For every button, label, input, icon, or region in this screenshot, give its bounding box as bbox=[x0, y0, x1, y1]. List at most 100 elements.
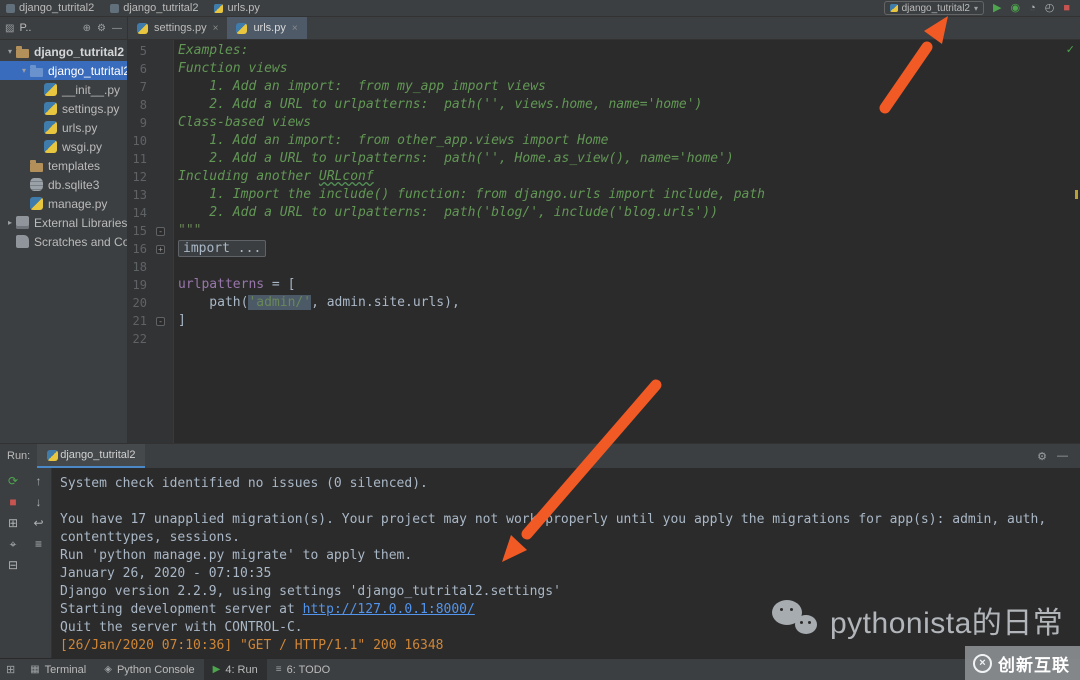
pin-tab-button[interactable]: ⌖ bbox=[10, 538, 17, 550]
code-line[interactable]: 18 bbox=[128, 258, 1080, 276]
tree-item-django-tutrital2[interactable]: ▾django_tutrital2~ bbox=[0, 42, 127, 61]
debug-button[interactable]: ◉ bbox=[1010, 2, 1020, 14]
statusbar-item-label: Python Console bbox=[116, 663, 195, 676]
editor-lines: 5 Examples: 6 Function views 7 1. Add an imp… bbox=[128, 42, 1080, 348]
restore-layout-button[interactable]: ⊞ bbox=[8, 517, 18, 529]
fold-icon[interactable]: - bbox=[156, 226, 165, 236]
console-text: [26/Jan/2020 07:10:36] "GET / HTTP/1.1" … bbox=[60, 638, 444, 653]
rerun-button[interactable]: ⟳ bbox=[8, 475, 18, 487]
locate-file-icon[interactable]: ⊕ bbox=[83, 23, 91, 34]
breadcrumb-item[interactable]: django_tutrital2 bbox=[110, 2, 198, 14]
editor-tab-settings-py[interactable]: settings.py × bbox=[128, 17, 227, 39]
code-line[interactable]: 7 1. Add an import: from my_app import v… bbox=[128, 78, 1080, 96]
code-line[interactable]: 15- """ bbox=[128, 222, 1080, 240]
statusbar-item-label: 6: TODO bbox=[286, 663, 331, 676]
breadcrumb-item[interactable]: urls.py bbox=[214, 2, 260, 14]
console-text: Quit the server with CONTROL-C. bbox=[60, 620, 303, 635]
tree-item-scratches-and-cons[interactable]: Scratches and Cons bbox=[0, 232, 127, 251]
code-line[interactable]: 21-] bbox=[128, 312, 1080, 330]
scroll-down-button[interactable]: ↓ bbox=[36, 496, 42, 508]
gear-icon[interactable]: ⚙ bbox=[97, 23, 106, 34]
console-menu-button[interactable]: ≡ bbox=[35, 538, 42, 550]
statusbar-item-terminal[interactable]: ▦ Terminal bbox=[21, 659, 95, 680]
fold-marker[interactable]: + bbox=[147, 240, 174, 258]
code-line[interactable]: 20 path('admin/', admin.site.urls), bbox=[128, 294, 1080, 312]
statusbar-item-python-console[interactable]: ◈ Python Console bbox=[95, 659, 203, 680]
inspections-ok-icon[interactable]: ✓ bbox=[1066, 43, 1075, 56]
code-line[interactable]: 9 Class-based views bbox=[128, 114, 1080, 132]
tree-item-templates[interactable]: templates bbox=[0, 156, 127, 175]
coverage-button[interactable]: ◔ bbox=[1029, 2, 1036, 14]
clear-console-button[interactable]: ⊟ bbox=[8, 559, 18, 571]
code-editor[interactable]: 5 Examples: 6 Function views 7 1. Add an imp… bbox=[128, 40, 1080, 443]
tree-item-db-sqlite3[interactable]: db.sqlite3 bbox=[0, 175, 127, 194]
fold-gutter bbox=[147, 258, 174, 276]
tree-item-label: templates bbox=[48, 158, 101, 173]
python-file-icon bbox=[137, 22, 148, 34]
code-line[interactable]: 19 urlpatterns = [ bbox=[128, 276, 1080, 294]
code-line[interactable]: 8 2. Add a URL to urlpatterns: path('', … bbox=[128, 96, 1080, 114]
console-line: contenttypes, sessions. bbox=[60, 529, 1072, 547]
chevron-right-icon[interactable]: ▸ bbox=[4, 218, 16, 227]
chevron-down-icon[interactable]: ▾ bbox=[18, 66, 30, 75]
hide-panel-icon[interactable]: — bbox=[1057, 450, 1068, 463]
python-icon bbox=[44, 140, 57, 153]
editor-tab-urls-py[interactable]: urls.py × bbox=[227, 17, 307, 39]
console-line: System check identified no issues (0 sil… bbox=[60, 475, 1072, 493]
code-line[interactable]: 6 Function views bbox=[128, 60, 1080, 78]
hide-panel-icon[interactable]: — bbox=[112, 23, 122, 34]
statusbar-item-4-run[interactable]: ▶ 4: Run bbox=[203, 659, 267, 680]
breadcrumb-item[interactable]: django_tutrital2 bbox=[6, 2, 94, 14]
code-token: Examples: bbox=[178, 43, 249, 58]
fold-gutter bbox=[147, 60, 174, 78]
tree-item--init-py[interactable]: __init__.py bbox=[0, 80, 127, 99]
tree-item-label: django_tutrital2 bbox=[34, 44, 125, 59]
run-small-icon: ▶ bbox=[212, 664, 221, 675]
scroll-up-button[interactable]: ↑ bbox=[36, 475, 42, 487]
tree-item-external-libraries[interactable]: ▸ External Libraries bbox=[0, 213, 127, 232]
tree-item-settings-py[interactable]: settings.py bbox=[0, 99, 127, 118]
project-panel-label[interactable]: P.. bbox=[19, 22, 31, 34]
tree-item-manage-py[interactable]: manage.py bbox=[0, 194, 127, 213]
run-config-select[interactable]: django_tutrital2 ▾ bbox=[883, 1, 984, 15]
fold-marker[interactable]: - bbox=[147, 312, 174, 330]
code-line[interactable]: 12 Including another URLconf bbox=[128, 168, 1080, 186]
code-line[interactable]: 16 + import ... bbox=[128, 240, 1080, 258]
scrollbar-warning-mark bbox=[1075, 190, 1078, 199]
code-line[interactable]: 11 2. Add a URL to urlpatterns: path('',… bbox=[128, 150, 1080, 168]
code-line[interactable]: 5 Examples: bbox=[128, 42, 1080, 60]
code-line[interactable]: 10 1. Add an import: from other_app.view… bbox=[128, 132, 1080, 150]
tree-item-urls-py[interactable]: urls.py bbox=[0, 118, 127, 137]
project-tree: ▾django_tutrital2~▾django_tutrital2__ini… bbox=[0, 40, 128, 443]
folder-icon bbox=[6, 3, 15, 13]
close-icon[interactable]: × bbox=[292, 23, 298, 34]
gear-icon[interactable]: ⚙ bbox=[1037, 450, 1047, 463]
profiler-button[interactable]: ◴ bbox=[1045, 2, 1055, 14]
chevron-down-icon[interactable]: ▾ bbox=[4, 47, 16, 56]
code-line[interactable]: 22 bbox=[128, 330, 1080, 348]
close-icon[interactable]: × bbox=[213, 23, 219, 34]
fold-icon[interactable]: - bbox=[156, 316, 165, 326]
line-number: 6 bbox=[139, 62, 147, 76]
stop-button[interactable]: ■ bbox=[1063, 2, 1070, 14]
tree-item-django-tutrital2[interactable]: ▾ django_tutrital2 bbox=[0, 61, 127, 80]
code-line[interactable]: 14 2. Add a URL to urlpatterns: path('bl… bbox=[128, 204, 1080, 222]
statusbar-item-label: 4: Run bbox=[225, 663, 258, 676]
stop-process-button[interactable]: ■ bbox=[9, 496, 16, 508]
project-tool-icon[interactable]: ▨ bbox=[5, 23, 14, 34]
tree-item-wsgi-py[interactable]: wsgi.py bbox=[0, 137, 127, 156]
statusbar-item-6-todo[interactable]: ≡ 6: TODO bbox=[267, 659, 339, 680]
python-icon bbox=[44, 121, 57, 134]
run-button[interactable]: ▶ bbox=[993, 2, 1001, 14]
code-token: 2. Add a URL to urlpatterns: path('', Ho… bbox=[178, 151, 734, 166]
soft-wrap-button[interactable]: ↩ bbox=[33, 517, 43, 529]
code-line[interactable]: 13 1. Import the include() function: fro… bbox=[128, 186, 1080, 204]
run-tab[interactable]: django_tutrital2 bbox=[37, 444, 146, 468]
line-number: 10 bbox=[132, 134, 147, 148]
fold-marker[interactable]: - bbox=[147, 222, 174, 240]
fold-icon[interactable]: + bbox=[156, 244, 165, 254]
server-url-link[interactable]: http://127.0.0.1:8000/ bbox=[303, 602, 475, 617]
fold-gutter bbox=[147, 204, 174, 222]
window-corner-icon[interactable]: ⊞ bbox=[0, 663, 21, 676]
